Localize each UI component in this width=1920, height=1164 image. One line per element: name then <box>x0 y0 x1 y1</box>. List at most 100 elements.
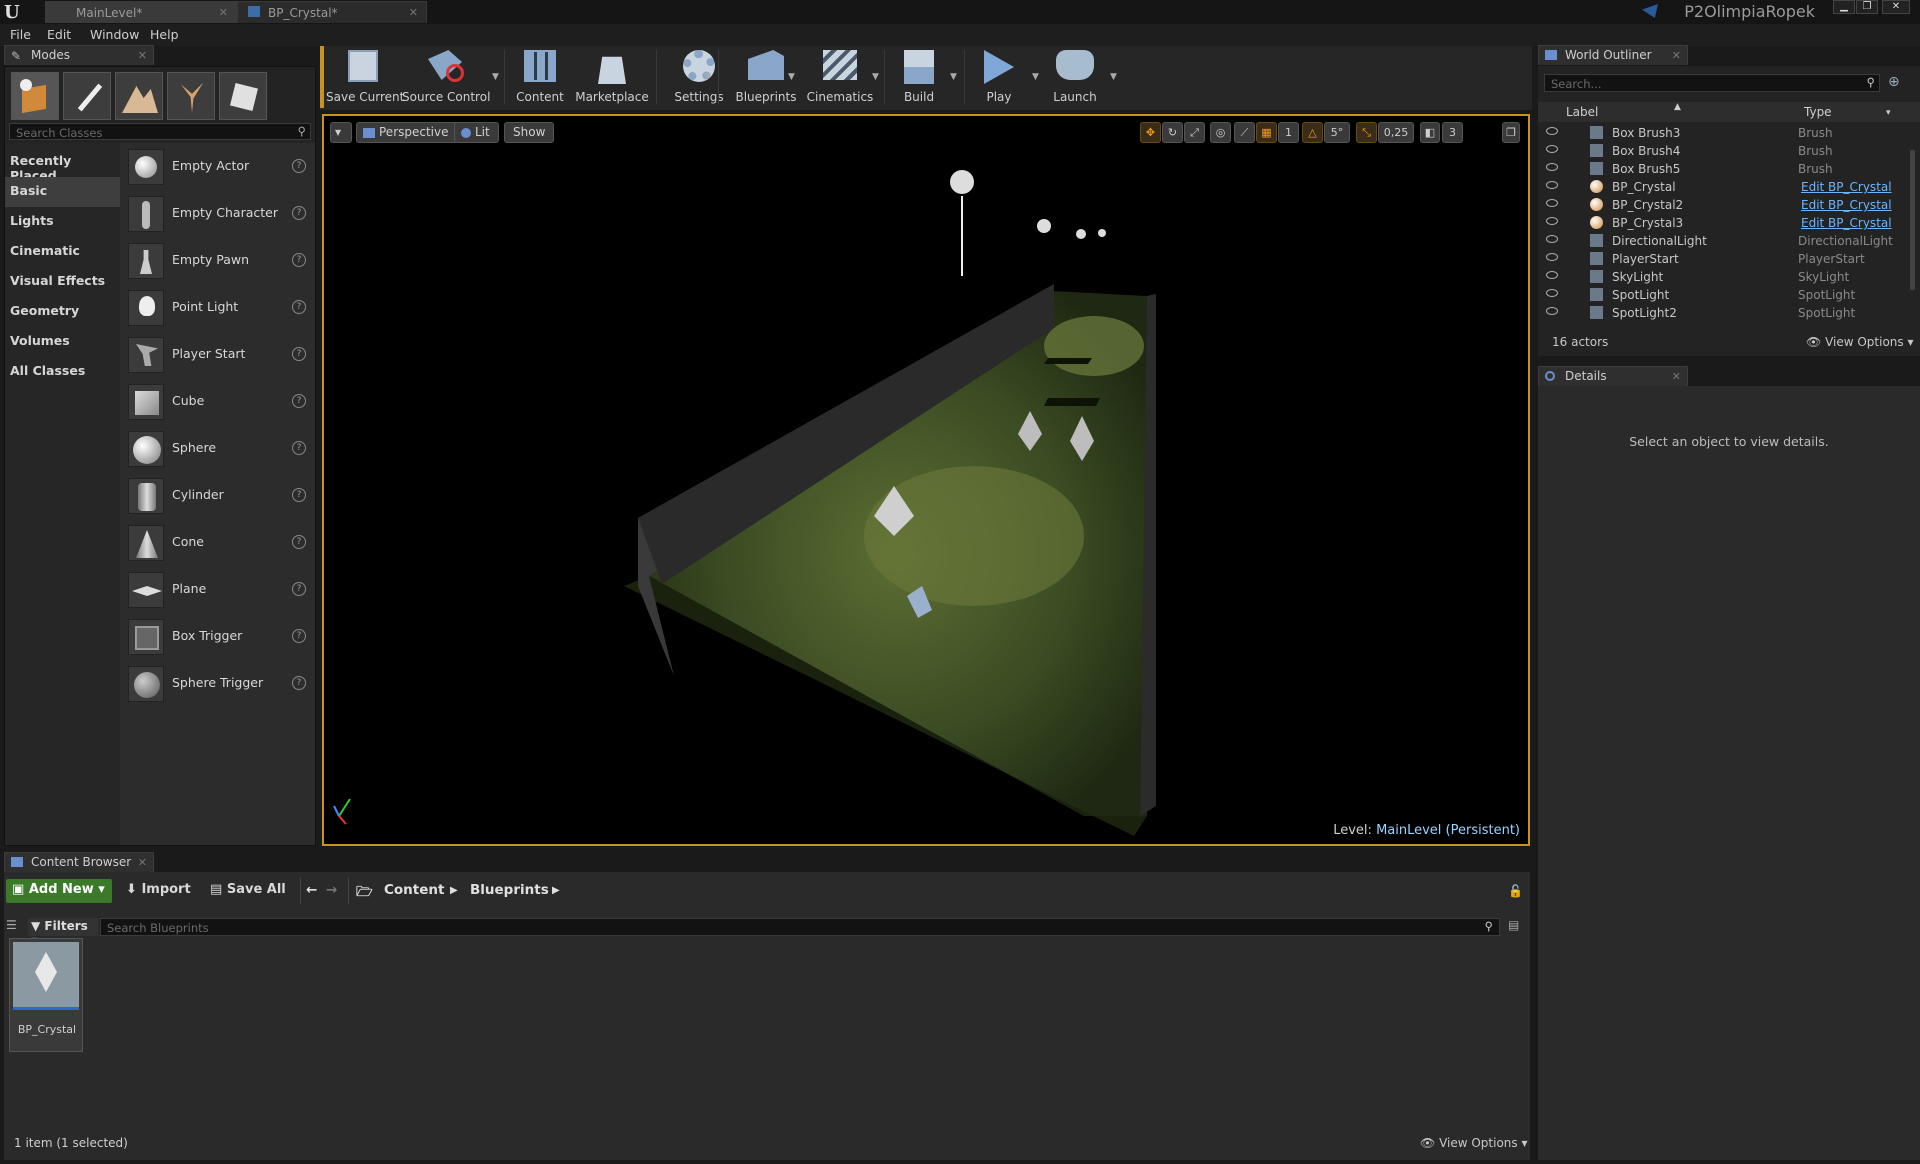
edit-blueprint-link[interactable]: Edit BP_Crystal <box>1801 198 1892 212</box>
content-button[interactable]: Content <box>508 46 572 108</box>
outliner-row[interactable]: SpotLight SpotLight <box>1538 286 1910 304</box>
help-icon[interactable]: ? <box>292 253 306 267</box>
outliner-row[interactable]: SpotLight2 SpotLight <box>1538 304 1910 322</box>
outliner-row[interactable]: PlayerStart PlayerStart <box>1538 250 1910 268</box>
geometry-mode-button[interactable] <box>219 72 267 120</box>
launch-dropdown-caret[interactable]: ▼ <box>1110 72 1117 82</box>
folder-icon[interactable]: 🗁 <box>356 882 373 905</box>
outliner-row[interactable]: BP_Crystal3 Edit BP_Crystal <box>1538 214 1910 232</box>
category-cinematic[interactable]: Cinematic <box>5 237 120 267</box>
toolbar-grip[interactable] <box>320 46 324 108</box>
view-options-button[interactable]: 👁 View Options ▾ <box>1806 335 1914 349</box>
camera-speed-icon[interactable]: ◧ <box>1420 122 1440 143</box>
minimize-button[interactable]: ▁ <box>1833 0 1855 14</box>
visibility-eye-icon[interactable] <box>1546 217 1558 225</box>
help-icon[interactable]: ? <box>292 629 306 643</box>
viewport-options-button[interactable]: ▾ <box>330 122 352 143</box>
build-dropdown-caret[interactable]: ▼ <box>950 72 957 82</box>
visibility-eye-icon[interactable] <box>1546 145 1558 153</box>
rotation-snap-icon[interactable]: △ <box>1302 122 1323 143</box>
place-item-point-light[interactable]: Point Light ? <box>120 284 315 331</box>
cinematics-button[interactable]: Cinematics <box>800 46 880 108</box>
category-all-classes[interactable]: All Classes <box>5 357 120 387</box>
category-basic[interactable]: Basic <box>5 177 120 207</box>
outliner-row[interactable]: BP_Crystal Edit BP_Crystal <box>1538 178 1910 196</box>
blueprints-button[interactable]: Blueprints <box>724 46 808 108</box>
outliner-row[interactable]: BP_Crystal2 Edit BP_Crystal <box>1538 196 1910 214</box>
rotation-snap-value[interactable]: 5° <box>1324 122 1350 143</box>
edit-blueprint-link[interactable]: Edit BP_Crystal <box>1801 180 1892 194</box>
outliner-row[interactable]: DirectionalLight DirectionalLight <box>1538 232 1910 250</box>
place-item-sphere-trigger[interactable]: Sphere Trigger ? <box>120 660 315 707</box>
filters-button[interactable]: ▼ Filters ▾ <box>28 918 98 947</box>
visibility-eye-icon[interactable] <box>1546 289 1558 297</box>
place-item-empty-pawn[interactable]: Empty Pawn ? <box>120 237 315 284</box>
asset-tile-bp-crystal[interactable]: BP_Crystal <box>9 938 83 1052</box>
close-icon[interactable]: ✕ <box>409 6 418 19</box>
visibility-eye-icon[interactable] <box>1546 163 1558 171</box>
column-options-icon[interactable]: ▾ <box>1886 108 1891 118</box>
outliner-scrollbar[interactable] <box>1910 150 1915 290</box>
visibility-eye-icon[interactable] <box>1546 271 1558 279</box>
menu-help[interactable]: Help <box>150 27 179 42</box>
source-control-status-icon[interactable] <box>1642 4 1658 18</box>
grid-snap-value[interactable]: 1 <box>1278 122 1299 143</box>
place-mode-button[interactable] <box>11 72 59 120</box>
outliner-row[interactable]: Box Brush3 Brush <box>1538 124 1910 142</box>
place-item-cone[interactable]: Cone ? <box>120 519 315 566</box>
place-item-sphere[interactable]: Sphere ? <box>120 425 315 472</box>
add-new-button[interactable]: ▣ Add New ▾ <box>6 879 112 903</box>
tab-modes[interactable]: ✎ Modes ✕ <box>4 45 154 65</box>
category-visual-effects[interactable]: Visual Effects <box>5 267 120 297</box>
build-button[interactable]: Build <box>888 46 950 108</box>
translate-tool-icon[interactable]: ✥ <box>1140 122 1161 143</box>
place-item-player-start[interactable]: Player Start ? <box>120 331 315 378</box>
tab-bp-crystal[interactable]: BP_Crystal* ✕ <box>237 1 427 23</box>
paint-mode-button[interactable] <box>63 72 111 120</box>
menu-window[interactable]: Window <box>90 27 139 42</box>
source-control-button[interactable]: Source Control <box>402 46 490 108</box>
help-icon[interactable]: ? <box>292 347 306 361</box>
place-item-cube[interactable]: Cube ? <box>120 378 315 425</box>
help-icon[interactable]: ? <box>292 582 306 596</box>
back-arrow-icon[interactable]: ← <box>306 882 317 898</box>
close-icon[interactable]: ✕ <box>219 6 228 19</box>
play-dropdown-caret[interactable]: ▼ <box>1032 72 1039 82</box>
search-blueprints-input[interactable]: Search Blueprints ⚲ <box>100 918 1500 936</box>
grid-snap-icon[interactable]: ▦ <box>1256 122 1277 143</box>
save-current-button[interactable]: Save Current <box>326 46 404 108</box>
tab-world-outliner[interactable]: World Outliner ✕ <box>1538 45 1688 65</box>
sources-panel-toggle-icon[interactable]: ☰ <box>6 918 22 934</box>
place-item-empty-character[interactable]: Empty Character ? <box>120 190 315 237</box>
lock-icon[interactable]: 🔓 <box>1508 884 1523 898</box>
view-options-button[interactable]: 👁 View Options ▾ <box>1420 1136 1528 1150</box>
landscape-mode-button[interactable] <box>115 72 163 120</box>
visibility-eye-icon[interactable] <box>1546 235 1558 243</box>
perspective-button[interactable]: Perspective <box>356 122 458 143</box>
maximize-viewport-icon[interactable]: ❐ <box>1502 122 1520 143</box>
play-button[interactable]: Play <box>968 46 1030 108</box>
visibility-eye-icon[interactable] <box>1546 181 1558 189</box>
cinematics-dropdown-caret[interactable]: ▼ <box>872 72 879 82</box>
visibility-eye-icon[interactable] <box>1546 307 1558 315</box>
help-icon[interactable]: ? <box>292 159 306 173</box>
visibility-eye-icon[interactable] <box>1546 127 1558 135</box>
blueprints-dropdown-caret[interactable]: ▼ <box>788 72 795 82</box>
column-type[interactable]: Type <box>1804 105 1832 119</box>
help-icon[interactable]: ? <box>292 206 306 220</box>
world-space-icon[interactable]: ◎ <box>1210 122 1231 143</box>
breadcrumb-separator-icon[interactable]: ▶ <box>552 885 560 896</box>
surface-snap-icon[interactable]: ⟋ <box>1234 122 1255 143</box>
close-icon[interactable]: ✕ <box>1672 49 1681 62</box>
camera-speed-value[interactable]: 3 <box>1442 122 1463 143</box>
edit-blueprint-link[interactable]: Edit BP_Crystal <box>1801 216 1892 230</box>
maximize-button[interactable]: ❐ <box>1856 0 1878 14</box>
place-item-box-trigger[interactable]: Box Trigger ? <box>120 613 315 660</box>
place-item-empty-actor[interactable]: Empty Actor ? <box>120 143 315 190</box>
level-viewport[interactable]: ▾ Perspective Lit Show ✥ ↻ ⤢ ◎ ⟋ ▦ 1 △ 5… <box>322 114 1530 846</box>
tab-details[interactable]: Details ✕ <box>1538 366 1688 386</box>
source-control-dropdown-caret[interactable]: ▼ <box>492 72 499 82</box>
close-icon[interactable]: ✕ <box>1672 370 1681 383</box>
place-item-plane[interactable]: Plane ? <box>120 566 315 613</box>
help-icon[interactable]: ? <box>292 394 306 408</box>
